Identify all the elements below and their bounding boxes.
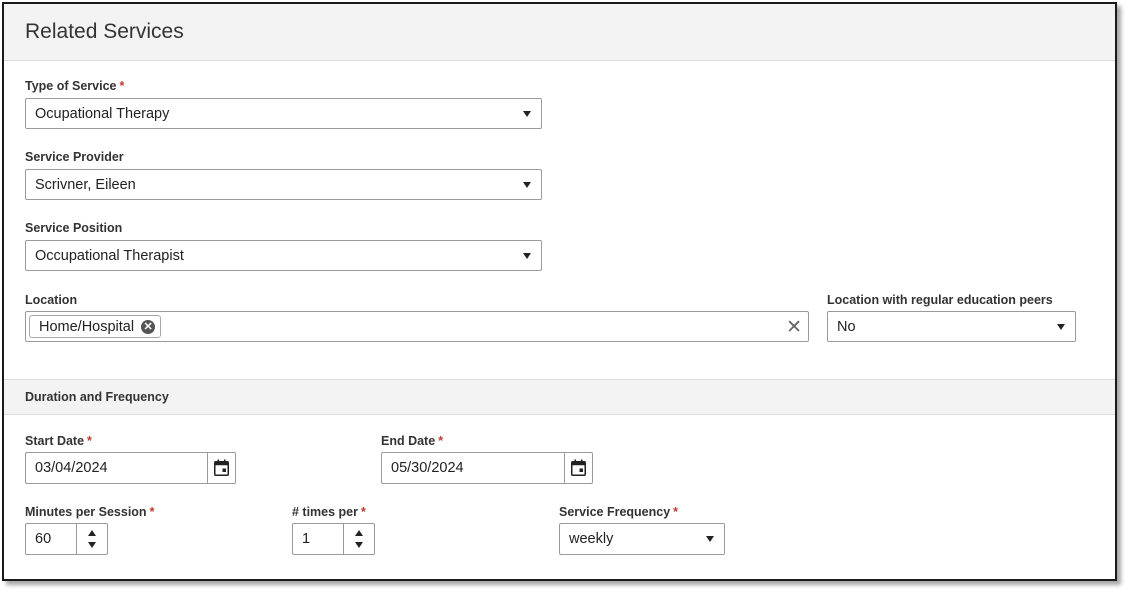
end-date-label-text: End Date	[381, 434, 436, 448]
required-marker: *	[87, 434, 92, 448]
location-tag: Home/Hospital ✕	[29, 315, 162, 338]
calendar-icon	[571, 459, 586, 476]
required-marker: *	[438, 434, 444, 448]
times-per-label: # times per *	[292, 505, 366, 519]
service-frequency-select[interactable]: weekly	[559, 523, 725, 555]
start-date-calendar-button[interactable]	[207, 453, 235, 483]
type-of-service-label-text: Type of Service	[25, 79, 117, 93]
service-frequency-label: Service Frequency *	[559, 505, 678, 519]
required-marker: *	[119, 79, 125, 93]
location-peers-label: Location with regular education peers	[827, 293, 1053, 307]
minutes-per-session-label: Minutes per Session *	[25, 505, 154, 519]
remove-tag-icon[interactable]: ✕	[141, 320, 156, 334]
spin-down-icon[interactable]	[88, 542, 96, 548]
times-spinner	[343, 524, 374, 554]
times-per-stepper[interactable]: 1	[292, 523, 375, 555]
end-date-input[interactable]: 05/30/2024	[381, 452, 593, 484]
spin-up-icon[interactable]	[88, 530, 96, 536]
minutes-spinner	[76, 524, 107, 554]
panel-header: Related Services	[4, 4, 1115, 61]
duration-frequency-section: Duration and Frequency	[4, 379, 1115, 415]
dropdown-caret-icon	[706, 536, 714, 542]
type-of-service-select[interactable]: Ocupational Therapy	[25, 98, 542, 129]
clear-icon[interactable]: ✕	[786, 316, 802, 339]
dropdown-caret-icon	[523, 182, 531, 188]
page-title: Related Services	[25, 20, 184, 43]
type-of-service-value: Ocupational Therapy	[35, 106, 170, 122]
dropdown-caret-icon	[523, 111, 531, 117]
start-date-label: Start Date *	[25, 434, 92, 448]
service-provider-select[interactable]: Scrivner, Eileen	[25, 169, 542, 200]
service-position-value: Occupational Therapist	[35, 248, 184, 264]
spin-up-icon[interactable]	[355, 530, 363, 536]
start-date-value: 03/04/2024	[35, 460, 108, 476]
end-date-calendar-button[interactable]	[564, 453, 592, 483]
location-label: Location	[25, 293, 78, 307]
service-frequency-label-text: Service Frequency	[559, 505, 671, 519]
type-of-service-label: Type of Service *	[25, 79, 124, 93]
required-marker: *	[673, 505, 679, 519]
location-tag-label: Home/Hospital	[39, 319, 135, 335]
dropdown-caret-icon	[1057, 324, 1065, 330]
required-marker: *	[361, 505, 366, 519]
minutes-per-session-label-text: Minutes per Session	[25, 505, 147, 519]
section-title: Duration and Frequency	[25, 390, 169, 404]
service-provider-value: Scrivner, Eileen	[35, 177, 136, 193]
dropdown-caret-icon	[523, 253, 531, 259]
end-date-label: End Date *	[381, 434, 443, 448]
spin-down-icon[interactable]	[355, 542, 363, 548]
minutes-per-session-stepper[interactable]: 60	[25, 523, 108, 555]
related-services-panel: Related Services Type of Service * Ocupat…	[2, 2, 1117, 581]
service-frequency-value: weekly	[569, 531, 614, 547]
minutes-per-session-value: 60	[35, 531, 52, 547]
start-date-input[interactable]: 03/04/2024	[25, 452, 236, 484]
service-provider-label: Service Provider	[25, 150, 124, 164]
location-peers-select[interactable]: No	[827, 311, 1076, 342]
end-date-value: 05/30/2024	[391, 460, 464, 476]
service-position-select[interactable]: Occupational Therapist	[25, 240, 542, 271]
service-position-label: Service Position	[25, 221, 123, 235]
location-peers-value: No	[837, 319, 856, 335]
times-per-label-text: # times per	[292, 505, 359, 519]
calendar-icon	[214, 459, 229, 476]
start-date-label-text: Start Date	[25, 434, 85, 448]
required-marker: *	[149, 505, 155, 519]
location-multiselect[interactable]: Home/Hospital ✕ ✕	[25, 311, 809, 342]
times-per-value: 1	[302, 531, 311, 547]
